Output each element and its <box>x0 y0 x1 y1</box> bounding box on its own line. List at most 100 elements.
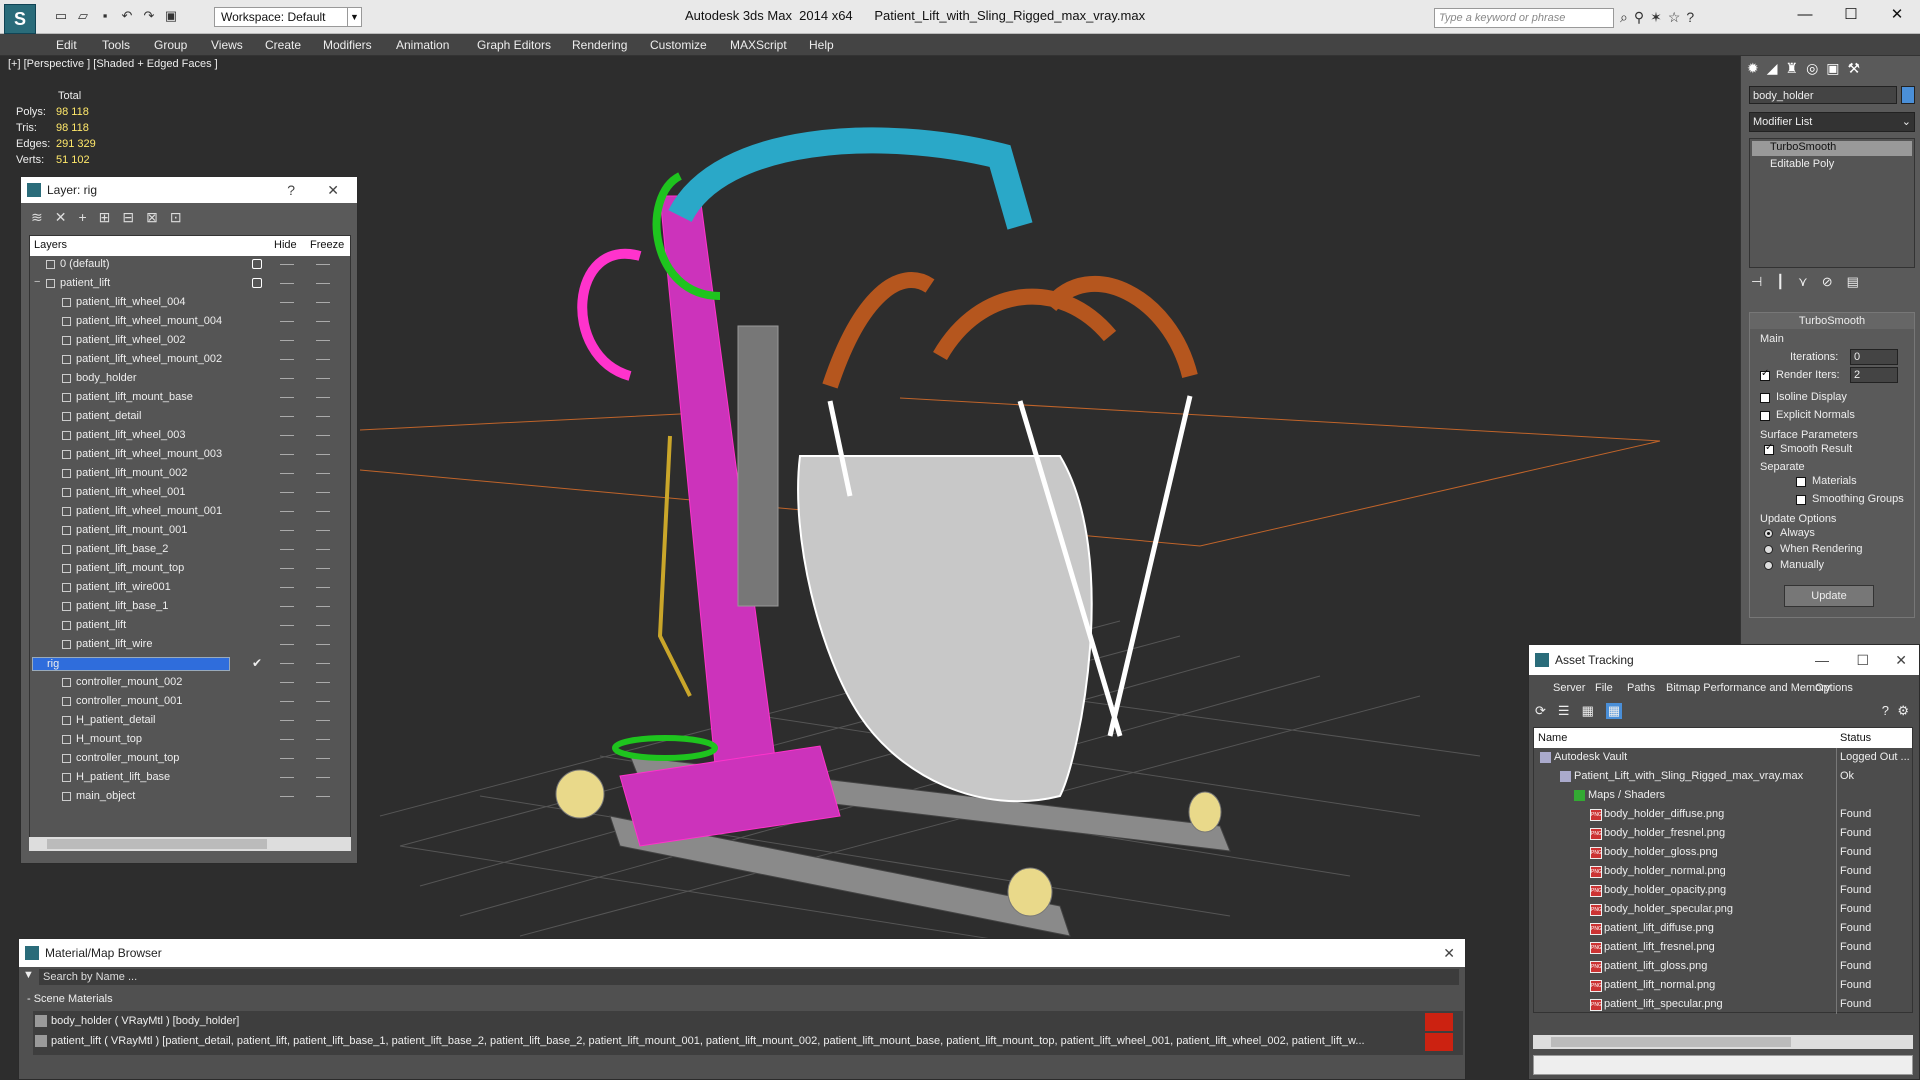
pin-stack-icon[interactable]: ⊣ <box>1751 274 1762 290</box>
viewport-label[interactable]: [+] [Perspective ] [Shaded + Edged Faces… <box>8 58 218 70</box>
freeze-toggle[interactable] <box>316 796 330 797</box>
favorites-star-icon[interactable]: ☆ <box>1668 9 1681 26</box>
hide-toggle[interactable] <box>280 777 294 778</box>
minimize-icon[interactable]: — <box>1782 4 1828 26</box>
asset-row[interactable]: PNG body_holder_specular.png Found <box>1534 900 1912 919</box>
hide-toggle[interactable] <box>280 473 294 474</box>
col-freeze[interactable]: Freeze <box>310 239 344 251</box>
material-item[interactable]: body_holder ( VRayMtl ) [body_holder] <box>33 1011 1463 1031</box>
freeze-toggle[interactable] <box>316 777 330 778</box>
hide-toggle[interactable] <box>280 435 294 436</box>
scene-materials-group[interactable]: - Scene Materials <box>27 993 113 1005</box>
layer-row[interactable]: H_patient_detail <box>30 712 350 731</box>
asset-scrollbar[interactable] <box>1533 1035 1913 1049</box>
grid-view-icon[interactable]: ▦ <box>1605 703 1623 719</box>
open-file-icon[interactable]: ▱ <box>74 8 92 24</box>
asset-row[interactable]: PNG patient_lift_normal.png Found <box>1534 976 1912 995</box>
freeze-toggle[interactable] <box>316 511 330 512</box>
asset-row[interactable]: PNG patient_lift_diffuse.png Found <box>1534 919 1912 938</box>
hide-toggle[interactable] <box>280 378 294 379</box>
undo-icon[interactable]: ↶ <box>118 8 136 24</box>
menu-views[interactable]: Views <box>211 38 243 52</box>
layer-row[interactable]: patient_lift_wire <box>30 636 350 655</box>
iterations-spinner[interactable]: 0 <box>1850 349 1898 365</box>
workspace-dropdown[interactable]: Workspace: Default ▼ <box>214 7 362 27</box>
motion-tab-icon[interactable]: ◎ <box>1806 60 1818 77</box>
manually-radio[interactable] <box>1764 561 1773 570</box>
create-tab-icon[interactable]: ✹ <box>1747 60 1759 77</box>
menu-animation[interactable]: Animation <box>396 38 449 52</box>
scrollbar-thumb[interactable] <box>1551 1037 1791 1047</box>
col-layers[interactable]: Layers <box>34 239 67 251</box>
layer-row[interactable]: patient_lift_wheel_002 <box>30 332 350 351</box>
hide-toggle[interactable] <box>280 397 294 398</box>
remove-modifier-icon[interactable]: ⊘ <box>1822 274 1833 290</box>
settings-icon[interactable]: ⚙ <box>1897 703 1909 719</box>
hide-toggle[interactable] <box>280 530 294 531</box>
list-view-icon[interactable]: ☰ <box>1558 703 1570 719</box>
menu-group[interactable]: Group <box>154 38 187 52</box>
asset-menu-file[interactable]: File <box>1595 682 1613 694</box>
asset-row[interactable]: Maps / Shaders <box>1534 786 1912 805</box>
refresh-icon[interactable]: ⟳ <box>1535 703 1546 719</box>
hide-toggle[interactable] <box>280 321 294 322</box>
hide-toggle[interactable] <box>280 739 294 740</box>
asset-menu-options[interactable]: Options <box>1815 682 1853 694</box>
stack-item-editable-poly[interactable]: Editable Poly <box>1752 158 1912 173</box>
hide-toggle[interactable] <box>280 758 294 759</box>
layer-row[interactable]: main_object <box>30 788 350 807</box>
communication-icon[interactable]: ✶ <box>1650 9 1662 26</box>
help-icon[interactable]: ? <box>1686 9 1694 26</box>
display-tab-icon[interactable]: ▣ <box>1826 60 1839 77</box>
freeze-toggle[interactable] <box>316 644 330 645</box>
hide-toggle[interactable] <box>280 340 294 341</box>
hide-toggle[interactable] <box>280 720 294 721</box>
materials-checkbox[interactable] <box>1796 477 1806 487</box>
layer-row[interactable]: − patient_lift <box>30 275 350 294</box>
hide-toggle[interactable] <box>280 549 294 550</box>
expand-toggle-icon[interactable]: − <box>34 276 40 288</box>
help-icon[interactable]: ? <box>1882 703 1889 718</box>
freeze-toggle[interactable] <box>316 606 330 607</box>
col-hide[interactable]: Hide <box>274 239 297 251</box>
add-to-layer-icon[interactable]: + <box>78 209 86 227</box>
close-icon[interactable]: ✕ <box>1443 939 1455 967</box>
binoculars-icon[interactable]: ⌕ <box>1620 9 1628 26</box>
layer-row[interactable]: patient_lift_mount_base <box>30 389 350 408</box>
layer-row[interactable]: H_mount_top <box>30 731 350 750</box>
hide-toggle[interactable] <box>280 264 294 265</box>
freeze-toggle[interactable] <box>316 340 330 341</box>
freeze-toggle[interactable] <box>316 454 330 455</box>
hide-all-icon[interactable]: ⊠ <box>146 209 158 227</box>
update-button[interactable]: Update <box>1784 585 1874 607</box>
freeze-toggle[interactable] <box>316 682 330 683</box>
freeze-toggle[interactable] <box>316 701 330 702</box>
table-view-icon[interactable]: ▦ <box>1582 703 1594 719</box>
menu-modifiers[interactable]: Modifiers <box>323 38 372 52</box>
when-rendering-radio[interactable] <box>1764 545 1773 554</box>
layer-row[interactable]: patient_lift_wheel_004 <box>30 294 350 313</box>
hide-toggle[interactable] <box>280 701 294 702</box>
asset-row[interactable]: PNG body_holder_fresnel.png Found <box>1534 824 1912 843</box>
asset-row[interactable]: PNG body_holder_gloss.png Found <box>1534 843 1912 862</box>
redo-icon[interactable]: ↷ <box>140 8 158 24</box>
new-file-icon[interactable]: ▭ <box>52 8 70 24</box>
freeze-toggle[interactable] <box>316 416 330 417</box>
configure-sets-icon[interactable]: ▤ <box>1847 274 1859 290</box>
modify-tab-icon[interactable]: ◢ <box>1767 60 1778 77</box>
freeze-toggle[interactable] <box>316 568 330 569</box>
hide-toggle[interactable] <box>280 625 294 626</box>
asset-menu-server[interactable]: Server <box>1553 682 1585 694</box>
layer-row[interactable]: body_holder <box>30 370 350 389</box>
menu-customize[interactable]: Customize <box>650 38 707 52</box>
layer-row[interactable]: patient_lift_wire001 <box>30 579 350 598</box>
asset-menu-bitmap-performance-and-memory[interactable]: Bitmap Performance and Memory <box>1666 682 1830 694</box>
freeze-toggle[interactable] <box>316 663 330 664</box>
hide-toggle[interactable] <box>280 283 294 284</box>
select-objects-icon[interactable]: ⊞ <box>99 209 111 227</box>
layer-row[interactable]: patient_detail <box>30 408 350 427</box>
freeze-toggle[interactable] <box>316 625 330 626</box>
col-status[interactable]: Status <box>1840 732 1871 744</box>
freeze-toggle[interactable] <box>316 321 330 322</box>
asset-path-field[interactable] <box>1533 1055 1913 1075</box>
